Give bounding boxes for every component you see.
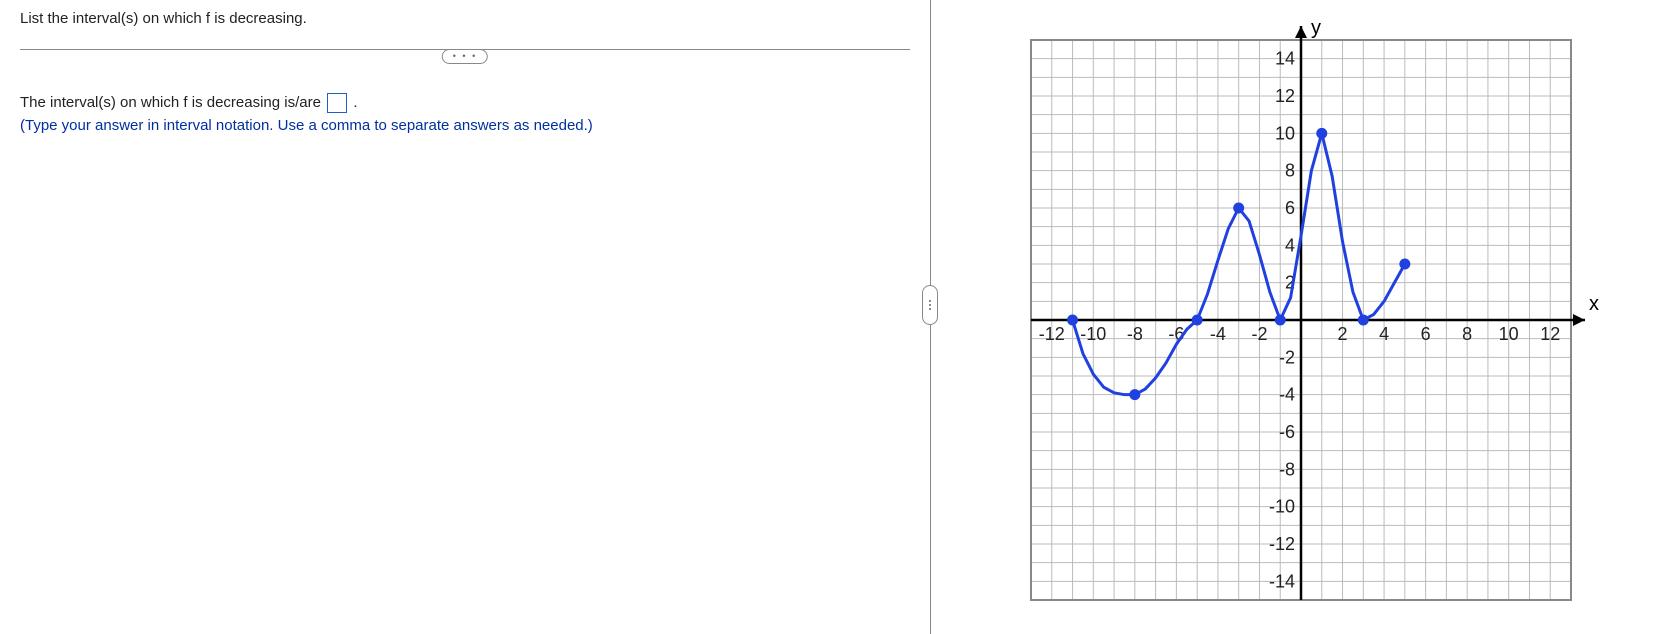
svg-text:-12: -12 — [1039, 324, 1065, 344]
svg-text:8: 8 — [1462, 324, 1472, 344]
svg-text:-10: -10 — [1269, 497, 1295, 517]
svg-text:-8: -8 — [1127, 324, 1143, 344]
answer-prefix: The interval(s) on which f is decreasing… — [20, 94, 325, 111]
answer-input[interactable] — [327, 93, 347, 113]
svg-text:8: 8 — [1285, 161, 1295, 181]
answer-suffix: . — [353, 94, 357, 111]
svg-text:4: 4 — [1379, 324, 1389, 344]
expand-pill[interactable]: • • • — [442, 49, 488, 64]
question-pane: List the interval(s) on which f is decre… — [0, 0, 930, 634]
svg-text:-2: -2 — [1251, 324, 1267, 344]
svg-text:-8: -8 — [1279, 459, 1295, 479]
svg-text:y: y — [1311, 17, 1321, 39]
svg-text:4: 4 — [1285, 235, 1295, 255]
svg-text:6: 6 — [1421, 324, 1431, 344]
svg-text:12: 12 — [1540, 324, 1560, 344]
svg-text:10: 10 — [1499, 324, 1519, 344]
svg-text:10: 10 — [1275, 123, 1295, 143]
svg-text:14: 14 — [1275, 49, 1295, 69]
svg-text:-2: -2 — [1279, 347, 1295, 367]
question-prompt: List the interval(s) on which f is decre… — [20, 10, 910, 27]
section-divider: • • • — [20, 49, 910, 65]
svg-text:-14: -14 — [1269, 571, 1295, 591]
svg-text:2: 2 — [1338, 324, 1348, 344]
svg-text:-12: -12 — [1269, 534, 1295, 554]
svg-text:-6: -6 — [1279, 422, 1295, 442]
chart-svg: xy-12-10-8-6-4-224681012-14-12-10-8-6-4-… — [981, 10, 1611, 630]
svg-text:-4: -4 — [1210, 324, 1226, 344]
svg-text:12: 12 — [1275, 86, 1295, 106]
svg-text:x: x — [1589, 293, 1599, 315]
graph-pane: xy-12-10-8-6-4-224681012-14-12-10-8-6-4-… — [931, 0, 1661, 634]
svg-text:-4: -4 — [1279, 385, 1295, 405]
svg-text:-10: -10 — [1080, 324, 1106, 344]
svg-text:6: 6 — [1285, 198, 1295, 218]
chart: xy-12-10-8-6-4-224681012-14-12-10-8-6-4-… — [981, 10, 1611, 634]
answer-hint: (Type your answer in interval notation. … — [20, 117, 910, 134]
answer-line: The interval(s) on which f is decreasing… — [20, 93, 910, 113]
